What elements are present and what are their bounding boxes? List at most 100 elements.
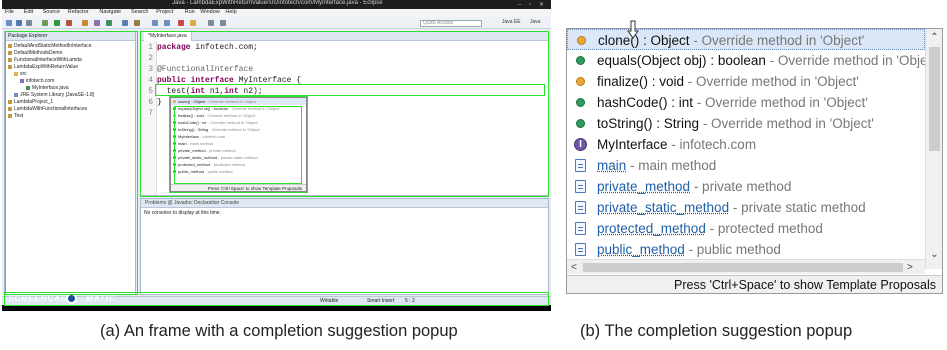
suggestion-signature: : String: [652, 116, 700, 131]
new-icon[interactable]: [6, 20, 12, 26]
code-token: n1,: [205, 87, 225, 96]
mini-suggestion-item[interactable]: protected_method - protected method: [171, 161, 306, 168]
mini-suggestion-item[interactable]: toString() : String - Override method in…: [171, 126, 306, 133]
code-line[interactable]: 2: [141, 53, 541, 64]
external-tools-icon[interactable]: [66, 20, 72, 26]
mini-suggestion-item[interactable]: private_static_method - private static m…: [171, 154, 306, 161]
scroll-left-arrow-icon[interactable]: <: [571, 260, 577, 275]
window-controls[interactable]: – ▫ ✕: [518, 1, 547, 8]
suggestion-signature: : void: [648, 74, 685, 89]
suggestion-name: MyInterface: [597, 137, 668, 152]
public-method-icon: [576, 56, 585, 65]
suggestion-item[interactable]: clone() : Object - Override method in 'O…: [567, 29, 925, 50]
tree-item-label: MyInterface.java: [32, 85, 69, 91]
suggestion-item[interactable]: equals(Object obj) : boolean - Override …: [567, 50, 941, 71]
project-icon: [8, 113, 12, 118]
menu-project[interactable]: Project: [156, 9, 173, 15]
suggestion-item[interactable]: toString() : String - Override method in…: [567, 113, 925, 134]
forward-icon[interactable]: [164, 20, 170, 26]
suggestion-item[interactable]: finalize() : void - Override method in '…: [567, 71, 925, 92]
suggestion-item[interactable]: private_method - private method: [567, 176, 925, 197]
code-line[interactable]: 5 test(int n1,int n2);: [141, 86, 541, 97]
run-icon[interactable]: [54, 20, 60, 26]
menu-search[interactable]: Search: [131, 9, 148, 15]
menu-source[interactable]: Source: [43, 9, 60, 15]
mini-suggestion-item[interactable]: public_method - public method: [171, 168, 306, 175]
menu-file[interactable]: File: [5, 9, 14, 15]
tree-item[interactable]: infotech.com: [5, 78, 135, 85]
debug-icon[interactable]: [42, 20, 48, 26]
status-cursor-position: 5 : 2: [405, 298, 415, 304]
watermark-recorded-with: RECORDED WITH: [8, 287, 58, 293]
code-line[interactable]: 4 public interface MyInterface {: [141, 75, 541, 86]
template-proposals-footer[interactable]: Press 'Ctrl+Space' to show Template Prop…: [567, 275, 942, 293]
mini-suggestion-name: main: [178, 141, 187, 146]
open-type-icon[interactable]: [122, 20, 128, 26]
horizontal-scroll-thumb[interactable]: [583, 263, 903, 272]
menu-run[interactable]: Run: [185, 9, 195, 15]
prev-annotation-icon[interactable]: [220, 20, 226, 26]
menu-edit[interactable]: Edit: [24, 9, 33, 15]
back-icon[interactable]: [152, 20, 158, 26]
tree-item[interactable]: DefaultMethodsDemo: [5, 50, 135, 57]
method-icon: [173, 107, 176, 111]
mini-suggestion-item[interactable]: MyInterface - infotech.com: [171, 133, 306, 140]
template-icon: [173, 156, 176, 160]
scroll-right-arrow-icon[interactable]: >: [907, 260, 913, 275]
search-icon[interactable]: [134, 20, 140, 26]
suggestion-description: - Override method in 'Object': [693, 95, 868, 110]
console-tabs[interactable]: Problems @ Javadoc Declaration Console: [145, 200, 239, 206]
vertical-scrollbar[interactable]: ⌃ ⌄: [925, 29, 942, 269]
horizontal-scrollbar[interactable]: < >: [567, 259, 925, 274]
mini-suggestion-item[interactable]: hashCode() : int - Override method in 'O…: [171, 119, 306, 126]
tree-item[interactable]: LambdaExpWithReturnValue: [5, 64, 135, 71]
perspective-java[interactable]: Java: [530, 19, 541, 25]
new-package-icon[interactable]: [94, 20, 100, 26]
mini-suggestion-item[interactable]: private_method - private method: [171, 147, 306, 154]
vertical-scroll-thumb[interactable]: [929, 47, 940, 151]
mini-suggestion-item[interactable]: clone() : Object - Override method in 'O…: [171, 98, 306, 105]
editor-tab-myinterface[interactable]: *MyInterface.java: [144, 32, 192, 41]
scroll-up-chevron-icon[interactable]: ⌃: [926, 32, 942, 43]
suggestion-item[interactable]: I MyInterface - infotech.com: [567, 134, 925, 155]
tree-item[interactable]: src: [5, 71, 135, 78]
perspective-java-ee[interactable]: Java EE: [502, 19, 521, 25]
code-line[interactable]: 1 package infotech.com;: [141, 42, 541, 53]
suggestion-item[interactable]: protected_method - protected method: [567, 218, 925, 239]
package-explorer-tab[interactable]: Package Explorer: [8, 33, 47, 39]
suggestion-name: main: [597, 158, 627, 173]
suggestion-item[interactable]: private_static_method - private static m…: [567, 197, 925, 218]
new-java-project-icon[interactable]: [82, 20, 88, 26]
menu-window[interactable]: Window: [200, 9, 220, 15]
save-icon[interactable]: [16, 20, 22, 26]
tree-item[interactable]: FunctionalInterfaceWithLamda: [5, 57, 135, 64]
completion-suggestion-popup[interactable]: clone() : Object - Override method in 'O…: [566, 28, 943, 294]
mini-suggestion-item[interactable]: equals(Object obj) : boolean - Override …: [171, 105, 306, 112]
pin-icon[interactable]: [178, 20, 184, 26]
mini-completion-popup[interactable]: clone() : Object - Override method in 'O…: [170, 97, 307, 192]
code-token: public: [157, 76, 186, 85]
tree-item[interactable]: MyInterface.java: [5, 85, 135, 92]
tree-item[interactable]: DefaultAndStaticMethodInInterface: [5, 43, 135, 50]
mini-suggestion-item[interactable]: main - main method: [171, 140, 306, 147]
suggestion-item[interactable]: main - main method: [567, 155, 925, 176]
next-annotation-icon[interactable]: [208, 20, 214, 26]
tree-item[interactable]: JRE System Library [JavaSE-1.8]: [5, 92, 135, 99]
print-icon[interactable]: [26, 20, 32, 26]
tree-item[interactable]: Test: [5, 113, 135, 120]
menu-refactor[interactable]: Refactor: [68, 9, 89, 15]
highlight-icon[interactable]: [190, 20, 196, 26]
suggestion-item[interactable]: public_method - public method: [567, 239, 925, 260]
mini-suggestion-item[interactable]: finalize() : void - Override method in '…: [171, 112, 306, 119]
code-line[interactable]: 3 @FunctionalInterface: [141, 64, 541, 75]
line-number: 2: [148, 54, 153, 63]
quick-access-input[interactable]: Quick Access: [420, 20, 482, 27]
code-token: n2);: [238, 87, 263, 96]
new-class-icon[interactable]: [106, 20, 112, 26]
suggestion-item[interactable]: hashCode() : int - Override method in 'O…: [567, 92, 925, 113]
tree-item[interactable]: LambdaProject_1: [5, 99, 135, 106]
tree-item[interactable]: LambdaWithFunctionalInterfaces: [5, 106, 135, 113]
menu-help[interactable]: Help: [225, 9, 236, 15]
menu-navigate[interactable]: Navigate: [99, 9, 121, 15]
scroll-down-chevron-icon[interactable]: ⌄: [926, 249, 942, 260]
